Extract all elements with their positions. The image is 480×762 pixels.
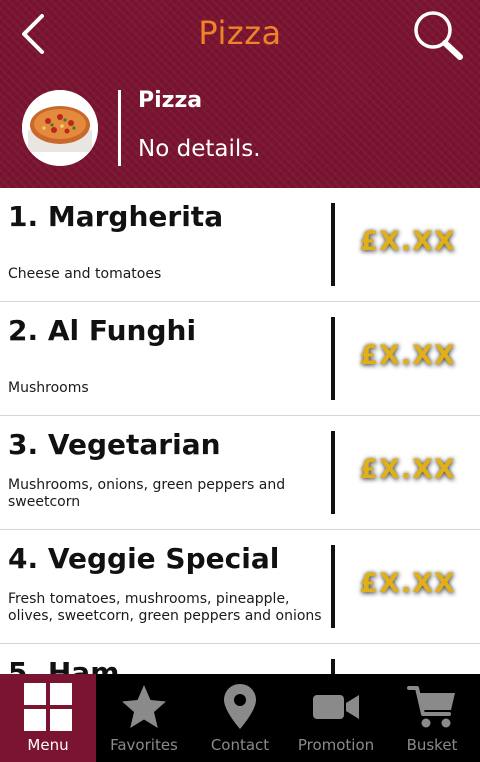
category-header: Pizza No details. xyxy=(0,70,480,188)
item-name: 1. Margherita xyxy=(8,200,224,233)
star-icon xyxy=(122,685,166,728)
search-icon xyxy=(414,11,463,60)
nav-label: Promotion xyxy=(297,736,375,754)
item-name: 3. Vegetarian xyxy=(8,428,221,461)
item-divider xyxy=(331,659,335,674)
grid-icon xyxy=(24,683,72,731)
location-pin-icon xyxy=(224,684,256,729)
shopping-cart-icon xyxy=(407,686,455,728)
category-image xyxy=(22,90,98,166)
menu-item[interactable]: 5. Ham xyxy=(0,644,480,674)
menu-item[interactable]: 4. Veggie Special Fresh tomatoes, mushro… xyxy=(0,530,480,644)
pizza-photo xyxy=(22,90,98,166)
header-area: Pizza Pizza No details. xyxy=(0,0,480,188)
item-description: Mushrooms, onions, green peppers and swe… xyxy=(8,477,286,510)
bottom-nav: Menu Favorites Contact Promotion Busket xyxy=(0,674,480,762)
item-price: £X.XX xyxy=(359,340,456,371)
top-bar: Pizza xyxy=(0,0,480,70)
item-description: Fresh tomatoes, mushrooms, pineapple, ol… xyxy=(8,591,322,624)
item-price: £X.XX xyxy=(359,568,456,599)
video-camera-icon xyxy=(313,695,359,719)
item-description: Mushrooms xyxy=(8,380,89,396)
item-description: Cheese and tomatoes xyxy=(8,266,162,282)
nav-item-menu[interactable]: Menu xyxy=(0,674,96,762)
item-name: 5. Ham xyxy=(8,656,120,674)
nav-label: Busket xyxy=(406,736,458,754)
nav-item-contact[interactable]: Contact xyxy=(192,674,288,762)
nav-item-favorites[interactable]: Favorites xyxy=(96,674,192,762)
nav-label: Favorites xyxy=(110,736,178,754)
nav-label: Contact xyxy=(210,736,270,754)
search-button[interactable] xyxy=(408,6,468,64)
nav-item-busket[interactable]: Busket xyxy=(384,674,480,762)
item-name: 2. Al Funghi xyxy=(8,314,197,347)
menu-item[interactable]: 1. Margherita Cheese and tomatoes £X.XX xyxy=(0,188,480,302)
category-divider xyxy=(118,90,121,166)
nav-label: Menu xyxy=(27,736,69,754)
item-price: £X.XX xyxy=(359,454,456,485)
item-name: 4. Veggie Special xyxy=(8,542,280,575)
menu-item[interactable]: 2. Al Funghi Mushrooms £X.XX xyxy=(0,302,480,416)
menu-list[interactable]: 1. Margherita Cheese and tomatoes £X.XX … xyxy=(0,188,480,674)
category-title: Pizza xyxy=(138,88,203,113)
item-price: £X.XX xyxy=(359,226,456,257)
menu-item[interactable]: 3. Vegetarian Mushrooms, onions, green p… xyxy=(0,416,480,530)
category-details: No details. xyxy=(138,136,261,162)
nav-item-promotion[interactable]: Promotion xyxy=(288,674,384,762)
